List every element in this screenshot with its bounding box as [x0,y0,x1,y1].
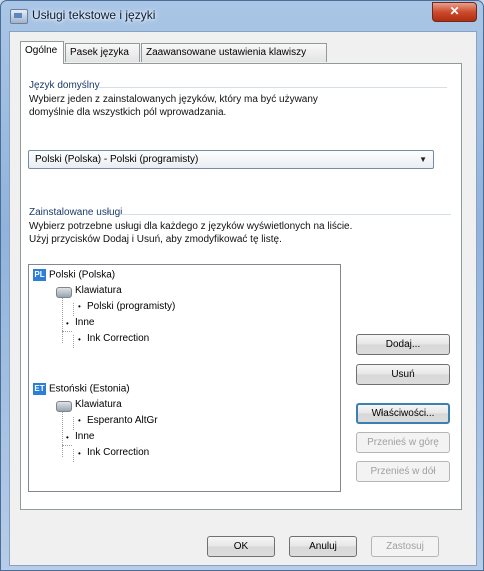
close-button[interactable]: ✕ [432,2,477,22]
installed-services-description-2: Użyj przycisków Dodaj i Usuń, aby zmodyf… [29,234,282,245]
client-area: Ogólne Pasek języka Zaawansowane ustawie… [9,31,477,566]
group-divider [121,214,451,215]
window-title: Usługi tekstowe i języki [32,8,156,22]
installed-services-label: Zainstalowane usługi [29,207,123,218]
cancel-button[interactable]: Anuluj [289,536,357,557]
default-language-value: Polski (Polska) - Polski (programisty) [35,154,199,165]
default-language-label: Język domyślny [29,80,100,91]
tab-advanced-key-settings[interactable]: Zaawansowane ustawienia klawiszy [141,43,327,62]
tree-connector [62,445,72,446]
remove-button[interactable]: Usuń [356,364,450,385]
language-badge-et: ET [33,383,46,395]
keyboard-icon [56,287,72,298]
tree-item-ink-correction-pl[interactable]: Ink Correction [87,333,149,344]
installed-services-tree[interactable]: PL Polski (Polska) Klawiatura • Polski (p… [28,264,341,492]
apply-button[interactable]: Zastosuj [371,536,439,557]
tab-general[interactable]: Ogólne [20,41,64,64]
tree-connector [73,449,74,462]
bullet-icon: • [66,319,69,328]
tree-item-other-et[interactable]: Inne [75,431,94,442]
tree-item-language-estonian[interactable]: ET Estoński (Estonia) [33,383,130,395]
language-name-estonian: Estoński (Estonia) [49,383,130,395]
bullet-icon: • [78,335,81,344]
language-badge-pl: PL [33,269,46,281]
tree-item-keyboard-pl[interactable]: Klawiatura [75,285,122,296]
group-divider [99,87,447,88]
ok-button[interactable]: OK [207,536,275,557]
dialog-window: Usługi tekstowe i języki ✕ Ogólne Pasek … [0,0,484,571]
tab-language-bar[interactable]: Pasek języka [65,43,140,62]
bullet-icon: • [78,416,81,425]
tree-item-ink-correction-et[interactable]: Ink Correction [87,447,149,458]
default-language-select[interactable]: Polski (Polska) - Polski (programisty) ▼ [28,150,434,169]
bullet-icon: • [78,449,81,458]
tree-item-layout-polish-programmers[interactable]: Polski (programisty) [87,301,175,312]
default-language-description-2: domyślnie dla wszystkich pól wprowadzani… [29,107,227,118]
move-up-button[interactable]: Przenieś w górę [356,432,450,453]
installed-services-description-1: Wybierz potrzebne usługi dla każdego z j… [29,221,353,232]
move-down-button[interactable]: Przenieś w dół [356,461,450,482]
keyboard-icon [56,401,72,412]
default-language-description-1: Wybierz jeden z zainstalowanych języków,… [29,94,318,105]
keyboard-app-icon [10,9,28,24]
language-name-polish: Polski (Polska) [49,269,116,281]
tree-item-other-pl[interactable]: Inne [75,317,94,328]
bullet-icon: • [78,302,81,311]
tree-connector [62,331,72,332]
tree-item-layout-esperanto-altgr[interactable]: Esperanto AltGr [87,415,158,426]
tree-connector [73,303,74,316]
add-button[interactable]: Dodaj... [356,334,450,355]
tree-item-keyboard-et[interactable]: Klawiatura [75,399,122,410]
bullet-icon: • [66,433,69,442]
properties-button[interactable]: Właściwości... [356,403,450,424]
tree-connector [73,417,74,430]
chevron-down-icon: ▼ [419,155,427,164]
tree-item-language-polish[interactable]: PL Polski (Polska) [33,269,115,281]
title-bar[interactable]: Usługi tekstowe i języki ✕ [1,1,483,31]
tree-connector [73,335,74,348]
